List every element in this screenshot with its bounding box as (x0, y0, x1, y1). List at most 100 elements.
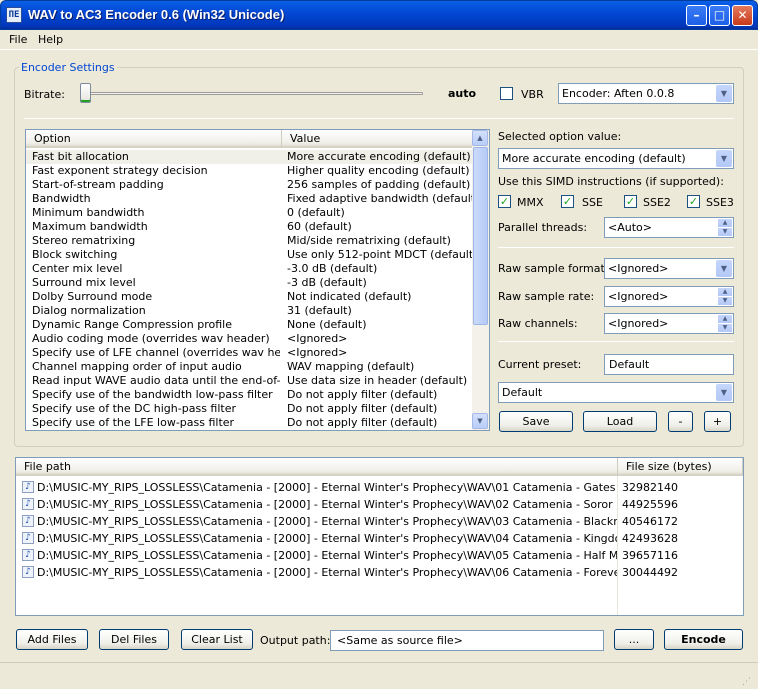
bitrate-slider-track[interactable] (84, 92, 423, 95)
raw-rate-value: <Ignored> (608, 290, 669, 303)
file-size: 30044492 (622, 566, 678, 579)
load-preset-button[interactable]: Load (583, 411, 657, 432)
remove-preset-button[interactable]: - (668, 411, 693, 432)
browse-button[interactable]: ... (614, 629, 654, 650)
encode-button[interactable]: Encode (664, 629, 743, 650)
option-row[interactable]: Specify use of the bandwidth low-pass fi… (26, 388, 472, 402)
option-value: WAV mapping (default) (287, 360, 415, 373)
header-file-path[interactable]: File path (16, 458, 618, 476)
spin-down-icon[interactable]: ▼ (718, 324, 732, 332)
audio-file-icon: ♪ (22, 532, 34, 544)
divider (498, 247, 734, 248)
option-row[interactable]: Stereo rematrixing Mid/side rematrixing (… (26, 234, 472, 248)
option-row[interactable]: Specify use of the LFE low-pass filter Do… (26, 416, 472, 430)
option-row[interactable]: Dolby Surround mode Not indicated (defaul… (26, 290, 472, 304)
vbr-checkbox[interactable] (500, 87, 513, 100)
menu-bar (0, 30, 758, 50)
preset-select-value: Default (502, 386, 543, 399)
minimize-button[interactable]: – (686, 5, 707, 26)
menu-help[interactable]: Help (38, 33, 63, 46)
raw-format-select[interactable]: <Ignored> ▼ (604, 258, 734, 279)
spin-down-icon[interactable]: ▼ (718, 297, 732, 305)
preset-name-input[interactable]: Default (604, 354, 734, 375)
resize-grip-icon[interactable]: ⋰ (742, 676, 754, 688)
audio-file-icon: ♪ (22, 549, 34, 561)
option-row[interactable]: Maximum bandwidth 60 (default) (26, 220, 472, 234)
file-path: D:\MUSIC-MY_RIPS_LOSSLESS\Catamenia - [2… (37, 566, 617, 579)
preset-select[interactable]: Default ▼ (498, 382, 734, 403)
sse-checkbox[interactable]: ✓ (561, 195, 574, 208)
spin-down-icon[interactable]: ▼ (718, 228, 732, 236)
option-row[interactable]: Channel mapping order of input audio WAV … (26, 360, 472, 374)
threads-value: <Auto> (608, 221, 652, 234)
file-row[interactable]: ♪ D:\MUSIC-MY_RIPS_LOSSLESS\Catamenia - [… (16, 513, 743, 530)
files-list[interactable]: File path File size (bytes) ♪ D:\MUSIC-MY… (15, 457, 744, 616)
scroll-down-icon[interactable]: ▼ (472, 413, 488, 429)
option-name: Read input WAVE audio data until the end… (32, 374, 280, 387)
clear-list-button[interactable]: Clear List (181, 629, 253, 650)
option-row[interactable]: Block switching Use only 512-point MDCT (… (26, 248, 472, 262)
options-scrollbar[interactable]: ▲ ▼ (472, 130, 489, 430)
option-row[interactable]: Fast exponent strategy decision Higher qu… (26, 164, 472, 178)
menu-file[interactable]: File (9, 33, 27, 46)
raw-rate-label: Raw sample rate: (498, 290, 595, 303)
option-value: Not indicated (default) (287, 290, 412, 303)
scroll-thumb[interactable] (473, 147, 488, 325)
header-value[interactable]: Value (282, 130, 473, 148)
option-row[interactable]: Fast bit allocation More accurate encodin… (26, 150, 472, 164)
sse2-label: SSE2 (643, 196, 671, 209)
bitrate-value: auto (448, 87, 477, 100)
option-row[interactable]: Specify use of LFE channel (overrides wa… (26, 346, 472, 360)
option-name: Bandwidth (32, 192, 91, 205)
option-row[interactable]: Center mix level -3.0 dB (default) (26, 262, 472, 276)
mmx-checkbox[interactable]: ✓ (498, 195, 511, 208)
option-row[interactable]: Start-of-stream padding 256 samples of pa… (26, 178, 472, 192)
add-preset-button[interactable]: + (704, 411, 731, 432)
file-row[interactable]: ♪ D:\MUSIC-MY_RIPS_LOSSLESS\Catamenia - [… (16, 479, 743, 496)
threads-spinner[interactable]: <Auto> ▲ ▼ (604, 217, 734, 238)
close-button[interactable]: ✕ (732, 5, 753, 26)
option-row[interactable]: Audio coding mode (overrides wav header)… (26, 332, 472, 346)
option-value: Use data size in header (default) (287, 374, 468, 387)
header-option[interactable]: Option (26, 130, 282, 148)
file-row[interactable]: ♪ D:\MUSIC-MY_RIPS_LOSSLESS\Catamenia - [… (16, 564, 743, 581)
add-files-button[interactable]: Add Files (16, 629, 88, 650)
audio-file-icon: ♪ (22, 566, 34, 578)
raw-channels-spinner[interactable]: <Ignored> ▲ ▼ (604, 313, 734, 334)
spin-up-icon[interactable]: ▲ (718, 315, 732, 323)
threads-label: Parallel threads: (498, 221, 588, 234)
options-table[interactable]: Option Value Fast bit allocation More acc… (25, 129, 490, 431)
encoder-select[interactable]: Encoder: Aften 0.0.8 ▼ (558, 83, 734, 104)
option-row[interactable]: Read input WAVE audio data until the end… (26, 374, 472, 388)
raw-rate-spinner[interactable]: <Ignored> ▲ ▼ (604, 286, 734, 307)
selected-option-select[interactable]: More accurate encoding (default) ▼ (498, 148, 734, 169)
file-row[interactable]: ♪ D:\MUSIC-MY_RIPS_LOSSLESS\Catamenia - [… (16, 530, 743, 547)
option-row[interactable]: Minimum bandwidth 0 (default) (26, 206, 472, 220)
option-name: Center mix level (32, 262, 123, 275)
option-value: 60 (default) (287, 220, 352, 233)
file-size: 42493628 (622, 532, 678, 545)
bitrate-slider-thumb[interactable] (80, 83, 91, 103)
option-name: Surround mix level (32, 276, 136, 289)
maximize-button[interactable]: □ (709, 5, 730, 26)
sse2-checkbox[interactable]: ✓ (624, 195, 637, 208)
sse3-checkbox[interactable]: ✓ (687, 195, 700, 208)
header-file-size[interactable]: File size (bytes) (618, 458, 743, 476)
option-name: Maximum bandwidth (32, 220, 148, 233)
spin-up-icon[interactable]: ▲ (718, 288, 732, 296)
save-preset-button[interactable]: Save (499, 411, 573, 432)
option-row[interactable]: Specify use of the DC high-pass filter Do… (26, 402, 472, 416)
option-row[interactable]: Dialog normalization 31 (default) (26, 304, 472, 318)
file-row[interactable]: ♪ D:\MUSIC-MY_RIPS_LOSSLESS\Catamenia - [… (16, 547, 743, 564)
option-row[interactable]: Bandwidth Fixed adaptive bandwidth (defau… (26, 192, 472, 206)
option-row[interactable]: Surround mix level -3 dB (default) (26, 276, 472, 290)
file-row[interactable]: ♪ D:\MUSIC-MY_RIPS_LOSSLESS\Catamenia - [… (16, 496, 743, 513)
option-row[interactable]: Dynamic Range Compression profile None (d… (26, 318, 472, 332)
divider (24, 118, 734, 119)
del-files-button[interactable]: Del Files (99, 629, 169, 650)
scroll-up-icon[interactable]: ▲ (472, 130, 488, 146)
chevron-down-icon: ▼ (716, 85, 732, 102)
spin-up-icon[interactable]: ▲ (718, 219, 732, 227)
vbr-label: VBR (521, 88, 544, 101)
output-path-input[interactable]: <Same as source file> (330, 630, 604, 651)
